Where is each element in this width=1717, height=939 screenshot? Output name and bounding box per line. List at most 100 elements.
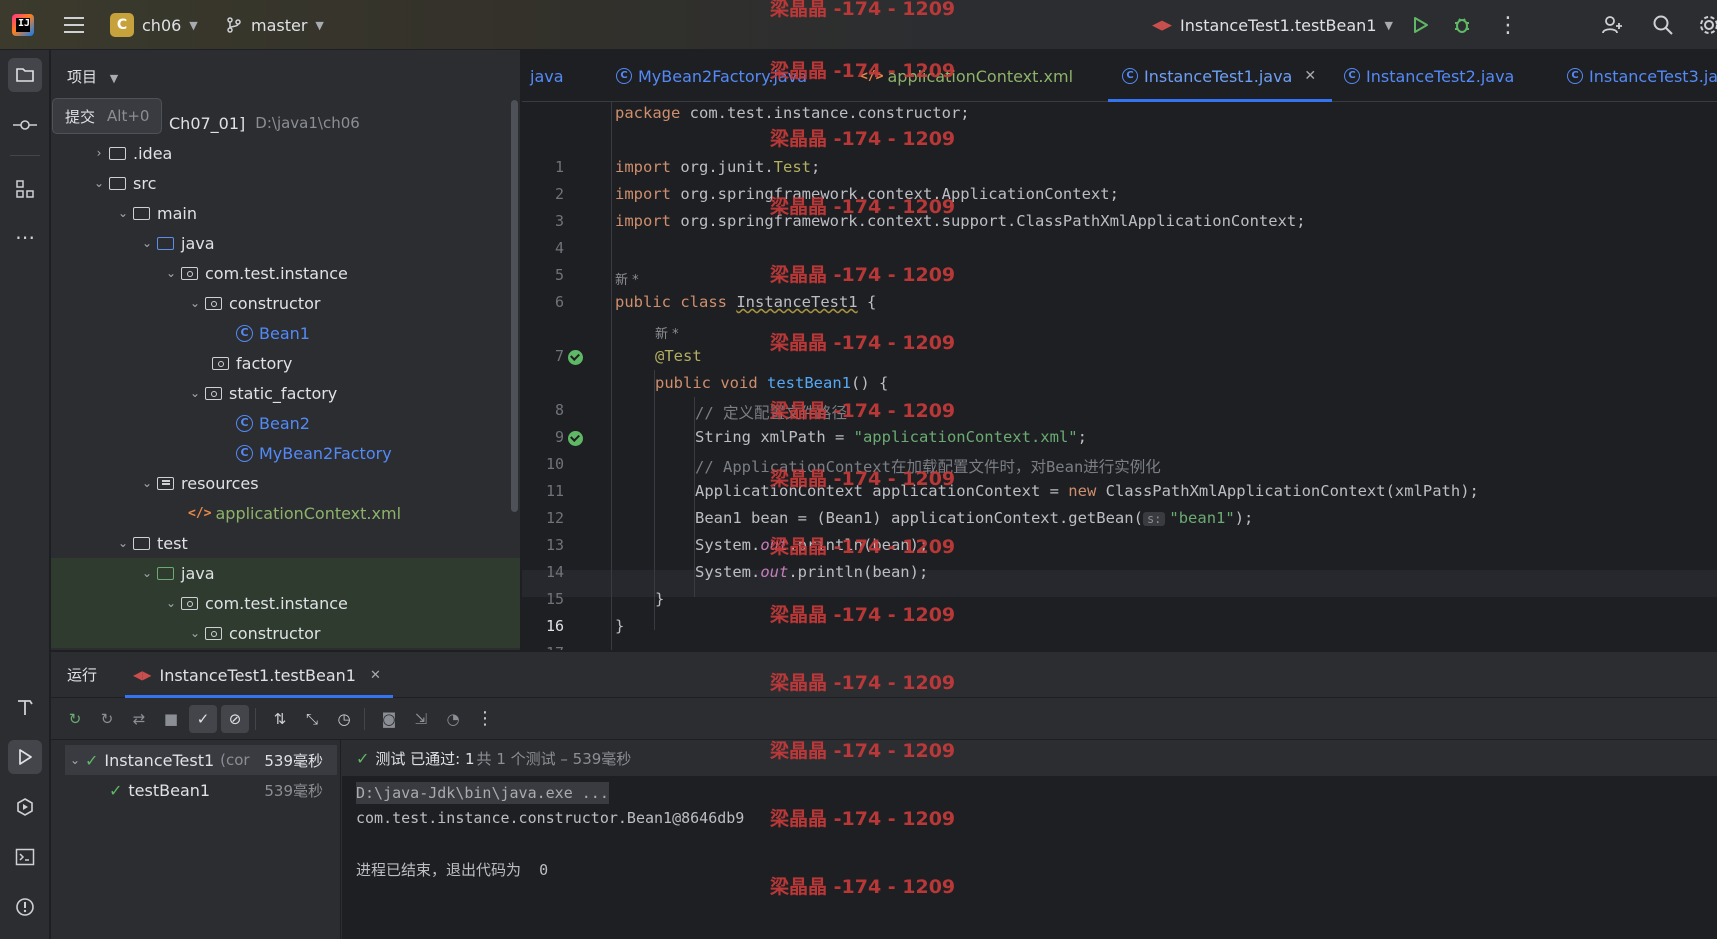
test-folder-icon xyxy=(157,566,174,580)
run-tab-instancetest1[interactable]: ◀▶ InstanceTest1.testBean1 ✕ xyxy=(125,652,393,698)
resources-folder-icon xyxy=(157,476,174,490)
tree-item-java-src[interactable]: ⌄ java xyxy=(51,228,520,258)
sort-button[interactable]: ⇅ xyxy=(266,705,294,733)
code-line-17[interactable]: } xyxy=(655,590,664,608)
chevron-down-icon: ⌄ xyxy=(141,476,153,490)
import-tests-button[interactable]: ⇲ xyxy=(407,705,435,733)
main-menu-button[interactable] xyxy=(62,0,86,50)
coverage-button[interactable]: ◔ xyxy=(439,705,467,733)
tree-item-java-test[interactable]: ⌄ java xyxy=(51,558,520,588)
add-user-button[interactable] xyxy=(1601,0,1623,50)
run-console[interactable]: ✓ 测试 已通过: 1 共 1 个测试 – 539毫秒 D:\java-Jdk\… xyxy=(342,740,1717,939)
show-ignored-toggle[interactable]: ⊘ xyxy=(221,704,249,733)
user-add-icon xyxy=(1602,16,1622,34)
tree-item-src[interactable]: ⌄ src xyxy=(51,168,520,198)
more-actions-button[interactable]: ⋮ xyxy=(471,705,499,733)
tree-item-main[interactable]: ⌄ main xyxy=(51,198,520,228)
hammer-icon xyxy=(18,700,33,715)
class-icon: C xyxy=(236,414,253,432)
close-icon[interactable]: ✕ xyxy=(370,668,381,683)
more-tools-button[interactable]: ⋯ xyxy=(8,220,42,254)
chevron-down-icon: ▼ xyxy=(315,18,324,32)
toggle-auto-test-button[interactable]: ⇄ xyxy=(125,705,153,733)
code-line-3[interactable]: import org.junit.Test; xyxy=(615,158,820,176)
more-actions-button[interactable]: ⋮ xyxy=(1497,0,1519,50)
code-line-11[interactable]: String xmlPath = "applicationContext.xml… xyxy=(695,428,1087,446)
test-class-row[interactable]: ⌄ ✓ InstanceTest1 (cor 539毫秒 xyxy=(65,745,337,775)
close-icon[interactable]: ✕ xyxy=(1304,68,1316,84)
code-line-7[interactable]: public class InstanceTest1 { xyxy=(615,293,876,311)
problems-tool-button[interactable] xyxy=(8,890,42,924)
class-icon: C xyxy=(1122,68,1138,84)
tree-item-test[interactable]: ⌄ test xyxy=(51,528,520,558)
rerun-button[interactable]: ↻ xyxy=(61,705,89,733)
services-tool-button[interactable] xyxy=(8,790,42,824)
camera-icon[interactable]: ◙ xyxy=(375,705,403,733)
stop-button[interactable]: ■ xyxy=(157,705,185,733)
code-line-14[interactable]: Bean1 bean = (Bean1) applicationContext.… xyxy=(695,509,1253,527)
vcs-branch-switcher[interactable]: master ▼ xyxy=(225,0,324,50)
run-test-gutter-icon[interactable] xyxy=(568,350,583,365)
tree-item-constructor[interactable]: ⌄ constructor xyxy=(51,288,520,318)
tree-item-bean1[interactable]: C Bean1 xyxy=(51,318,520,348)
search-button[interactable] xyxy=(1652,0,1674,50)
services-icon xyxy=(17,798,33,816)
code-line-8[interactable]: @Test xyxy=(655,347,702,365)
code-line-1[interactable]: package com.test.instance.constructor; xyxy=(615,104,970,122)
run-test-gutter-icon[interactable] xyxy=(568,431,583,446)
console-command-line[interactable]: D:\java-Jdk\bin\java.exe ... xyxy=(356,782,609,804)
project-panel-header[interactable]: 项目 ▼ xyxy=(67,66,118,87)
project-switcher[interactable]: C ch06 ▼ xyxy=(110,0,198,50)
line-number: 1 xyxy=(554,158,564,176)
tree-item-resources[interactable]: ⌄ resources xyxy=(51,468,520,498)
build-tool-button[interactable] xyxy=(8,690,42,724)
tab-java[interactable]: java xyxy=(530,50,564,102)
rerun-failed-button[interactable]: ↻ xyxy=(93,705,121,733)
tree-item-test-package[interactable]: ⌄ com.test.instance xyxy=(51,588,520,618)
project-panel: 项目 ▼ Ch07_01] D:\java1\ch06 › .idea ⌄ sr… xyxy=(51,50,521,650)
class-icon: C xyxy=(236,324,253,342)
code-line-5[interactable]: import org.springframework.context.suppo… xyxy=(615,212,1306,230)
tree-item-idea[interactable]: › .idea xyxy=(51,138,520,168)
run-toolbar: ↻ ↻ ⇄ ■ ✓ ⊘ ⇅ ⤡ ◷ ◙ ⇲ ◔ ⋮ xyxy=(51,698,1717,740)
terminal-tool-button[interactable] xyxy=(8,840,42,874)
author-hint[interactable]: 新 * xyxy=(655,323,679,342)
tree-item-package[interactable]: ⌄ com.test.instance xyxy=(51,258,520,288)
author-hint[interactable]: 新 * xyxy=(615,269,639,288)
commit-tool-button[interactable] xyxy=(8,108,42,142)
watermark-text: 梁晶晶 -174 - 1209 xyxy=(770,876,956,898)
line-number: 5 xyxy=(554,266,564,284)
code-line-9[interactable]: public void testBean1() { xyxy=(655,374,888,392)
chevron-down-icon: ⌄ xyxy=(189,626,201,640)
chevron-down-icon: ⌄ xyxy=(69,753,81,767)
search-icon xyxy=(1653,15,1673,35)
show-passed-toggle[interactable]: ✓ xyxy=(189,704,217,733)
tab-instancetest3[interactable]: C InstanceTest3.ja xyxy=(1567,50,1717,102)
watermark-text: 梁晶晶 -174 - 1209 xyxy=(770,128,956,150)
project-tool-button[interactable] xyxy=(8,58,42,92)
tree-item-factory[interactable]: factory xyxy=(51,348,520,378)
tree-item-mybean2factory[interactable]: C MyBean2Factory xyxy=(51,438,520,468)
tree-item-static-factory[interactable]: ⌄ static_factory xyxy=(51,378,520,408)
settings-button[interactable] xyxy=(1698,0,1717,50)
run-tool-button[interactable] xyxy=(8,740,42,774)
debug-button[interactable] xyxy=(1452,0,1472,50)
code-line-18[interactable]: } xyxy=(615,617,624,635)
tab-instancetest1[interactable]: C InstanceTest1.java ✕ xyxy=(1122,50,1316,102)
run-config-selector[interactable]: ◀▶ InstanceTest1.testBean1 ▼ xyxy=(1152,0,1393,50)
project-scrollbar[interactable] xyxy=(511,100,518,512)
line-number: 4 xyxy=(554,239,564,257)
class-icon: C xyxy=(616,68,632,84)
package-icon xyxy=(205,296,222,310)
test-method-row[interactable]: ✓ testBean1 539毫秒 xyxy=(65,775,337,805)
tree-item-test-constructor[interactable]: ⌄ constructor xyxy=(51,618,520,648)
collapse-button[interactable]: ⤡ xyxy=(298,705,326,733)
tree-item-application-context[interactable]: </> applicationContext.xml xyxy=(51,498,520,528)
structure-tool-button[interactable] xyxy=(8,172,42,206)
tab-instancetest2[interactable]: C InstanceTest2.java xyxy=(1344,50,1514,102)
commit-tooltip: 提交 Alt+0 xyxy=(52,98,163,134)
history-button[interactable]: ◷ xyxy=(330,705,358,733)
tree-item-bean2[interactable]: C Bean2 xyxy=(51,408,520,438)
run-button[interactable] xyxy=(1410,0,1430,50)
code-line-16[interactable]: System.out.println(bean); xyxy=(695,563,928,581)
